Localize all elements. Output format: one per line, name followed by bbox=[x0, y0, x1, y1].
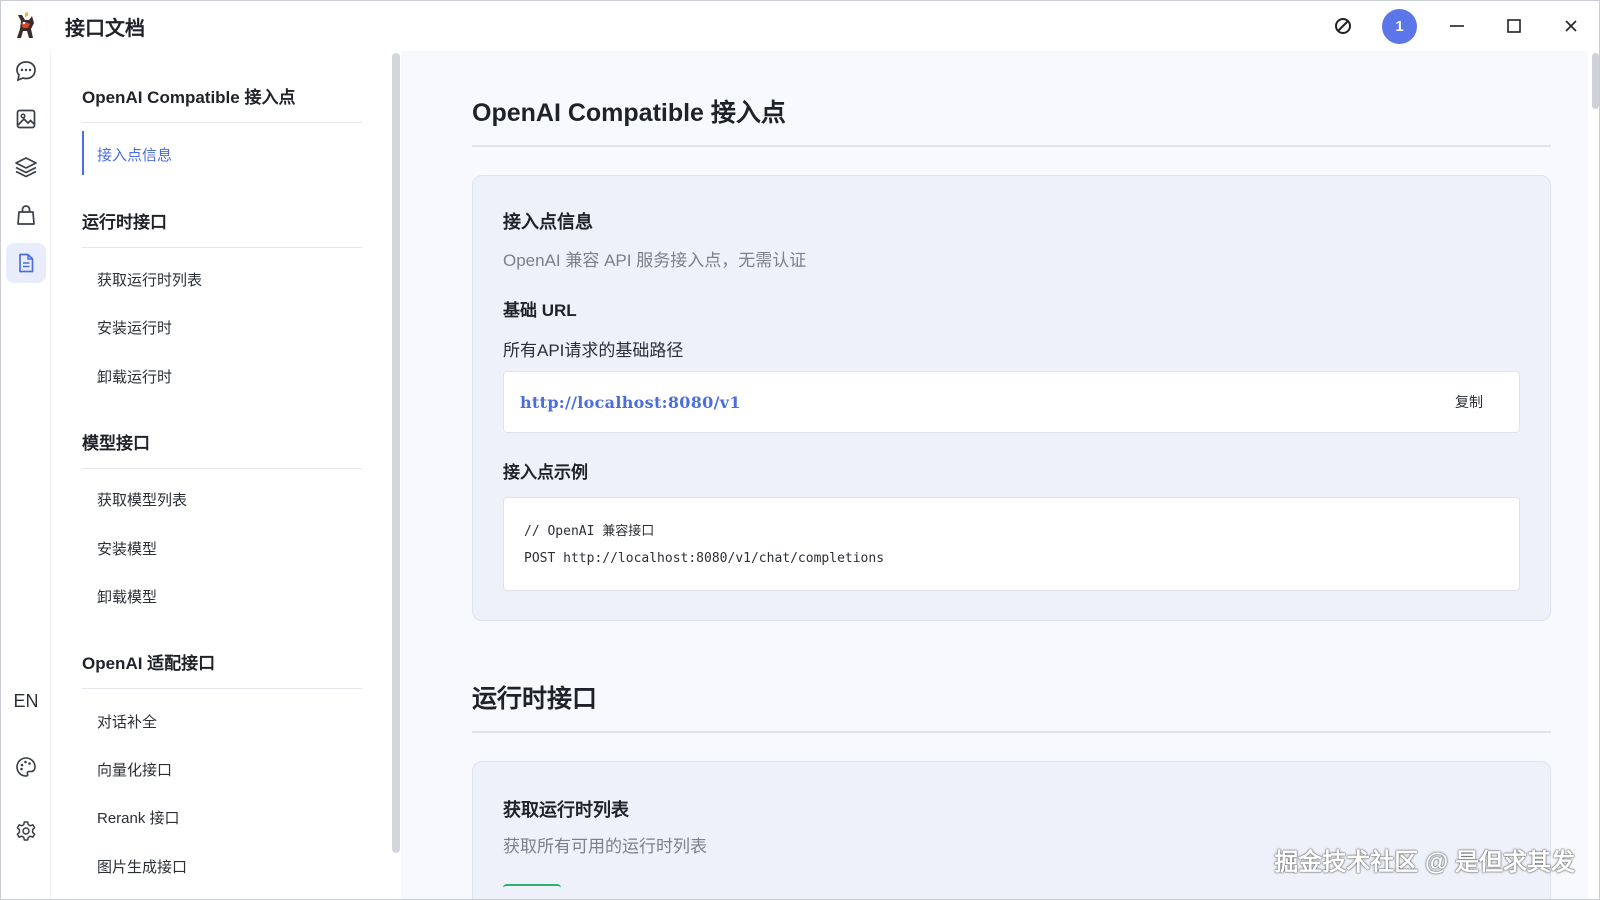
code-line: POST http://localhost:8080/v1/chat/compl… bbox=[524, 551, 885, 566]
nav-group-heading: OpenAI 适配接口 bbox=[82, 649, 362, 689]
nav-item-chat-completion[interactable]: 对话补全 bbox=[97, 711, 157, 732]
nav-group-heading: 模型接口 bbox=[82, 429, 362, 469]
base-url-box: http://localhost:8080/v1 复制 bbox=[503, 371, 1520, 433]
nav-item-list-runtimes[interactable]: 获取运行时列表 bbox=[97, 269, 202, 290]
minimize-icon bbox=[1449, 25, 1464, 27]
method-badge bbox=[503, 884, 561, 892]
nav-item-list-models[interactable]: 获取模型列表 bbox=[97, 489, 187, 510]
nav-item-rerank[interactable]: Rerank 接口 bbox=[97, 807, 180, 828]
code-line: // OpenAI 兼容接口 bbox=[524, 524, 655, 539]
runtime-list-card: 获取运行时列表 获取所有可用的运行时列表 bbox=[472, 761, 1551, 899]
base-url-title: 基础 URL bbox=[503, 301, 577, 320]
example-title: 接入点示例 bbox=[503, 463, 588, 482]
maximize-button[interactable] bbox=[1485, 1, 1542, 51]
language-toggle[interactable]: EN bbox=[1, 691, 51, 712]
minimize-button[interactable] bbox=[1428, 1, 1485, 51]
nav-item-embeddings[interactable]: 向量化接口 bbox=[97, 759, 172, 780]
app-window: 接口文档 1 EN OpenAI Compatible 接入点 接入点信息 运行… bbox=[0, 0, 1600, 900]
section-title: OpenAI Compatible 接入点 bbox=[472, 93, 1551, 147]
layers-icon[interactable] bbox=[6, 147, 46, 187]
icon-rail: EN bbox=[1, 51, 51, 899]
nav-item-install-runtime[interactable]: 安装运行时 bbox=[97, 317, 172, 338]
app-logo-icon bbox=[1, 1, 51, 51]
chat-icon[interactable] bbox=[6, 51, 46, 91]
base-url-description: 所有API请求的基础路径 bbox=[503, 341, 684, 360]
maximize-icon bbox=[1506, 19, 1521, 33]
palette-icon[interactable] bbox=[6, 747, 46, 787]
notification-badge[interactable]: 1 bbox=[1371, 1, 1428, 51]
window-title: 接口文档 bbox=[65, 17, 145, 40]
copy-button[interactable]: 复制 bbox=[1455, 392, 1483, 412]
main-scrollbar[interactable] bbox=[1590, 51, 1599, 899]
document-icon[interactable] bbox=[6, 243, 46, 283]
example-code-block: // OpenAI 兼容接口 POST http://localhost:808… bbox=[503, 497, 1520, 591]
image-icon[interactable] bbox=[6, 99, 46, 139]
bag-icon[interactable] bbox=[6, 195, 46, 235]
nav-scrollbar[interactable] bbox=[392, 53, 400, 853]
close-icon bbox=[1564, 20, 1577, 32]
base-url-value[interactable]: http://localhost:8080/v1 bbox=[520, 393, 741, 412]
card-title: 获取运行时列表 bbox=[503, 800, 629, 820]
card-description: OpenAI 兼容 API 服务接入点，无需认证 bbox=[503, 251, 807, 270]
nav-item-uninstall-model[interactable]: 卸载模型 bbox=[97, 586, 157, 607]
nav-group-heading: OpenAI Compatible 接入点 bbox=[82, 83, 362, 123]
card-title: 接入点信息 bbox=[503, 212, 593, 232]
nav-group-heading: 运行时接口 bbox=[82, 208, 362, 248]
gear-icon[interactable] bbox=[6, 811, 46, 851]
nav-item-uninstall-runtime[interactable]: 卸载运行时 bbox=[97, 366, 172, 387]
nav-item-endpoint-info[interactable]: 接入点信息 bbox=[97, 144, 172, 165]
close-button[interactable] bbox=[1542, 1, 1599, 51]
doc-nav-sidebar: OpenAI Compatible 接入点 接入点信息 运行时接口 获取运行时列… bbox=[52, 51, 400, 899]
nav-active-indicator bbox=[82, 131, 84, 175]
section-title: 运行时接口 bbox=[472, 679, 1551, 733]
block-icon[interactable] bbox=[1314, 1, 1371, 51]
card-description: 获取所有可用的运行时列表 bbox=[503, 837, 707, 856]
nav-item-image-generation[interactable]: 图片生成接口 bbox=[97, 856, 187, 877]
main-scrollbar-thumb[interactable] bbox=[1592, 53, 1599, 109]
watermark-text: 掘金技术社区 @ 是但求其发 bbox=[1274, 849, 1575, 876]
main-content: OpenAI Compatible 接入点 接入点信息 OpenAI 兼容 AP… bbox=[401, 51, 1588, 899]
title-bar: 接口文档 1 bbox=[1, 1, 1599, 51]
badge-count: 1 bbox=[1382, 8, 1417, 44]
endpoint-info-card: 接入点信息 OpenAI 兼容 API 服务接入点，无需认证 基础 URL 所有… bbox=[472, 175, 1551, 621]
nav-item-install-model[interactable]: 安装模型 bbox=[97, 538, 157, 559]
